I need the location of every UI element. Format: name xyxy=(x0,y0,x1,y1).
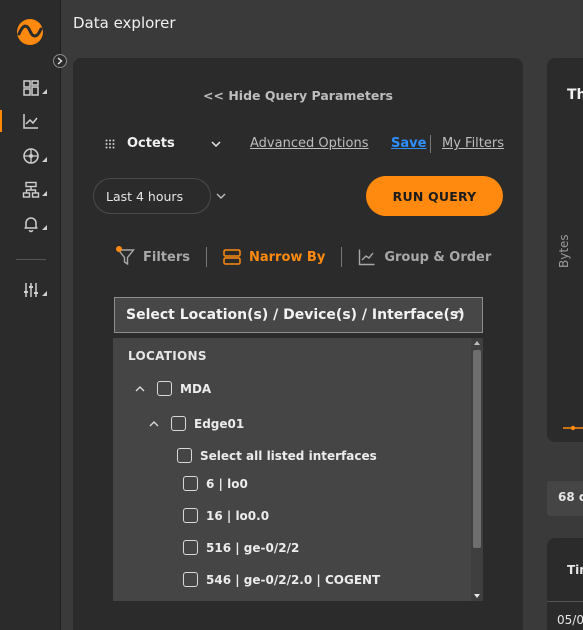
network-globe-icon xyxy=(22,148,39,164)
interface-checkbox[interactable] xyxy=(183,476,198,491)
chart-panel: Th Bytes xyxy=(547,58,583,442)
app-logo[interactable] xyxy=(16,18,44,46)
run-query-button[interactable]: RUN QUERY xyxy=(366,176,503,216)
tree-location-row[interactable]: MDA xyxy=(135,381,211,396)
time-range-value: Last 4 hours xyxy=(106,188,184,204)
active-filter-indicator xyxy=(116,246,122,252)
location-select-label: Select Location(s) / Device(s) / Interfa… xyxy=(126,307,465,323)
hierarchy-icon xyxy=(22,181,39,198)
sidebar-item-settings[interactable] xyxy=(0,275,61,305)
location-checkbox[interactable] xyxy=(157,381,172,396)
sidebar-item-data-explorer[interactable] xyxy=(0,106,61,136)
hide-query-parameters-link[interactable]: << Hide Query Parameters xyxy=(73,88,523,103)
sidebar-item-inventory[interactable] xyxy=(0,175,61,205)
chart-order-icon xyxy=(359,249,375,266)
metric-value: Octets xyxy=(127,136,175,151)
tab-group-order[interactable]: Group & Order xyxy=(358,248,491,266)
series-legend-marker xyxy=(563,425,583,431)
tab-divider xyxy=(205,247,207,267)
tab-narrow-by[interactable]: Narrow By xyxy=(223,248,325,266)
sidebar-item-network[interactable] xyxy=(0,141,61,171)
narrow-by-icon xyxy=(223,249,241,265)
save-link[interactable]: Save xyxy=(391,136,426,151)
table-divider xyxy=(547,601,583,602)
interface-row[interactable]: 516 | ge-0/2/2 xyxy=(183,540,299,555)
locations-heading: LOCATIONS xyxy=(128,349,207,363)
location-dropdown: LOCATIONS MDA Edge01 Select all listed i… xyxy=(113,338,483,601)
location-label: MDA xyxy=(180,381,212,396)
chevron-up-icon[interactable] xyxy=(135,385,145,392)
chevron-down-icon xyxy=(211,140,221,147)
interface-checkbox[interactable] xyxy=(183,508,198,523)
hide-params-label: Hide Query Parameters xyxy=(228,88,393,103)
chevron-up-icon[interactable] xyxy=(149,420,159,427)
interface-label: 16 | lo0.0 xyxy=(206,508,270,523)
select-all-checkbox[interactable] xyxy=(177,448,192,463)
select-all-label: Select all listed interfaces xyxy=(200,448,377,463)
y-axis-label: Bytes xyxy=(557,234,571,268)
scrollbar-thumb[interactable] xyxy=(473,350,481,548)
advanced-options-link[interactable]: Advanced Options xyxy=(250,136,369,151)
my-filters-link[interactable]: My Filters xyxy=(442,136,504,151)
results-count: 68 o xyxy=(547,481,583,516)
sidebar-divider xyxy=(16,259,46,260)
device-row[interactable]: Edge01 xyxy=(149,416,244,431)
interface-checkbox[interactable] xyxy=(183,572,198,587)
query-tabs: Filters Narrow By Group & Order xyxy=(116,244,491,270)
scroll-up-arrow-icon[interactable] xyxy=(474,341,480,345)
chevron-up-icon xyxy=(454,310,464,316)
scroll-down-arrow-icon[interactable] xyxy=(474,594,480,598)
select-all-interfaces-row[interactable]: Select all listed interfaces xyxy=(177,448,377,463)
dashboard-grid-icon xyxy=(22,80,39,96)
interface-label: 546 | ge-0/2/2.0 | COGENT xyxy=(206,572,381,587)
interface-checkbox[interactable] xyxy=(183,540,198,555)
link-divider xyxy=(430,135,431,153)
location-select[interactable]: Select Location(s) / Device(s) / Interfa… xyxy=(114,297,483,333)
device-label: Edge01 xyxy=(194,416,245,431)
table-header-time[interactable]: Tin xyxy=(567,563,583,577)
sidebar-item-dashboards[interactable] xyxy=(0,73,61,103)
tab-filters[interactable]: Filters xyxy=(116,246,190,266)
page-title: Data explorer xyxy=(73,14,176,32)
collapse-sidebar-button[interactable] xyxy=(53,54,67,68)
tab-narrow-by-label: Narrow By xyxy=(248,249,326,265)
time-range-select[interactable]: Last 4 hours xyxy=(93,178,226,214)
sidebar-item-alerts[interactable] xyxy=(0,209,61,239)
interface-row[interactable]: 16 | lo0.0 xyxy=(183,508,269,523)
double-chevron-left-icon: << xyxy=(203,88,229,103)
chevron-right-icon xyxy=(57,57,63,65)
query-panel: << Hide Query Parameters Octets Advanced… xyxy=(73,58,523,630)
metric-select[interactable]: Octets xyxy=(105,136,221,151)
device-checkbox[interactable] xyxy=(171,416,186,431)
interface-label: 516 | ge-0/2/2 xyxy=(206,540,300,555)
sliders-icon xyxy=(23,283,38,297)
line-chart-icon xyxy=(22,114,38,129)
tab-filters-label: Filters xyxy=(143,249,190,265)
interface-label: 6 | lo0 xyxy=(206,476,248,491)
interface-row[interactable]: 546 | ge-0/2/2.0 | COGENT xyxy=(183,572,380,587)
bell-icon xyxy=(24,217,37,233)
tab-divider xyxy=(341,247,343,267)
dropdown-scrollbar[interactable] xyxy=(471,338,483,601)
grip-dots-icon xyxy=(105,139,115,148)
chevron-down-icon xyxy=(216,193,226,199)
interface-row[interactable]: 6 | lo0 xyxy=(183,476,248,491)
results-table-panel: Tin 05/0 xyxy=(547,538,583,630)
tab-group-order-label: Group & Order xyxy=(384,249,492,265)
sidebar xyxy=(0,0,67,630)
table-cell: 05/0 xyxy=(557,613,583,627)
chart-title: Th xyxy=(567,87,583,103)
